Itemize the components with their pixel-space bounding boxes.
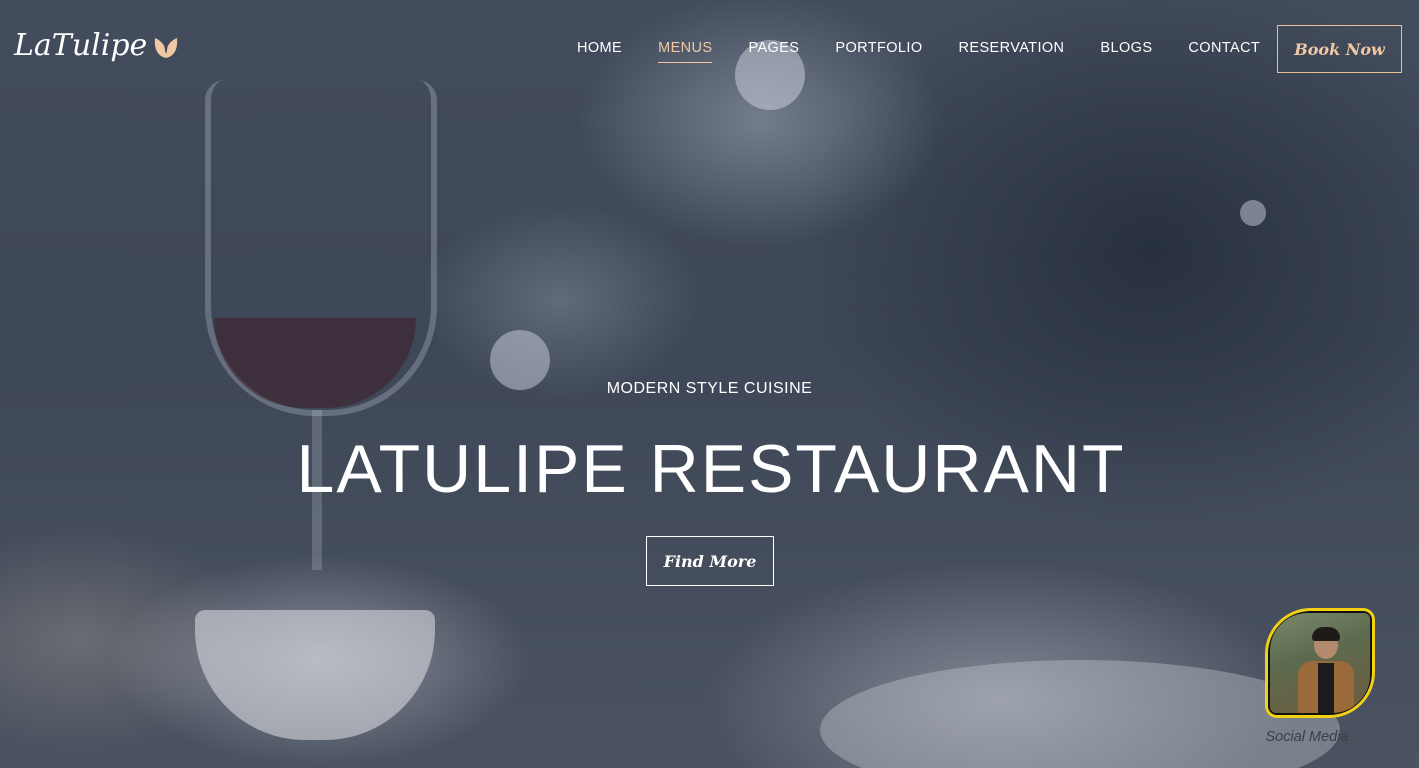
hero-title: LATULIPE RESTAURANT xyxy=(296,431,1126,507)
person-shirt xyxy=(1318,663,1334,713)
brand-logo[interactable]: LaTulipe xyxy=(14,28,179,63)
nav-item-home[interactable]: HOME xyxy=(577,40,622,63)
find-more-button[interactable]: Find More xyxy=(646,536,774,586)
main-navigation: HOME MENUS PAGES PORTFOLIO RESERVATION B… xyxy=(577,40,1296,63)
nav-item-contact[interactable]: CONTACT xyxy=(1188,40,1260,63)
bokeh-light xyxy=(1240,200,1266,226)
social-media-widget[interactable]: Social Media xyxy=(1255,606,1380,751)
book-now-button[interactable]: Book Now xyxy=(1277,25,1402,73)
nav-item-reservation[interactable]: RESERVATION xyxy=(959,40,1065,63)
avatar-photo xyxy=(1268,611,1372,715)
hero-eyebrow: MODERN STYLE CUISINE xyxy=(606,380,813,397)
nav-item-blogs[interactable]: BLOGS xyxy=(1100,40,1152,63)
avatar[interactable] xyxy=(1265,608,1375,718)
nav-item-menus[interactable]: MENUS xyxy=(658,40,713,63)
person-hair xyxy=(1312,627,1340,641)
nav-item-portfolio[interactable]: PORTFOLIO xyxy=(835,40,922,63)
social-media-label: Social Media xyxy=(1265,729,1349,745)
nav-item-pages[interactable]: PAGES xyxy=(748,40,799,63)
bowl-graphic xyxy=(195,610,435,740)
brand-name: LaTulipe xyxy=(14,28,148,63)
tulip-icon xyxy=(155,35,178,58)
